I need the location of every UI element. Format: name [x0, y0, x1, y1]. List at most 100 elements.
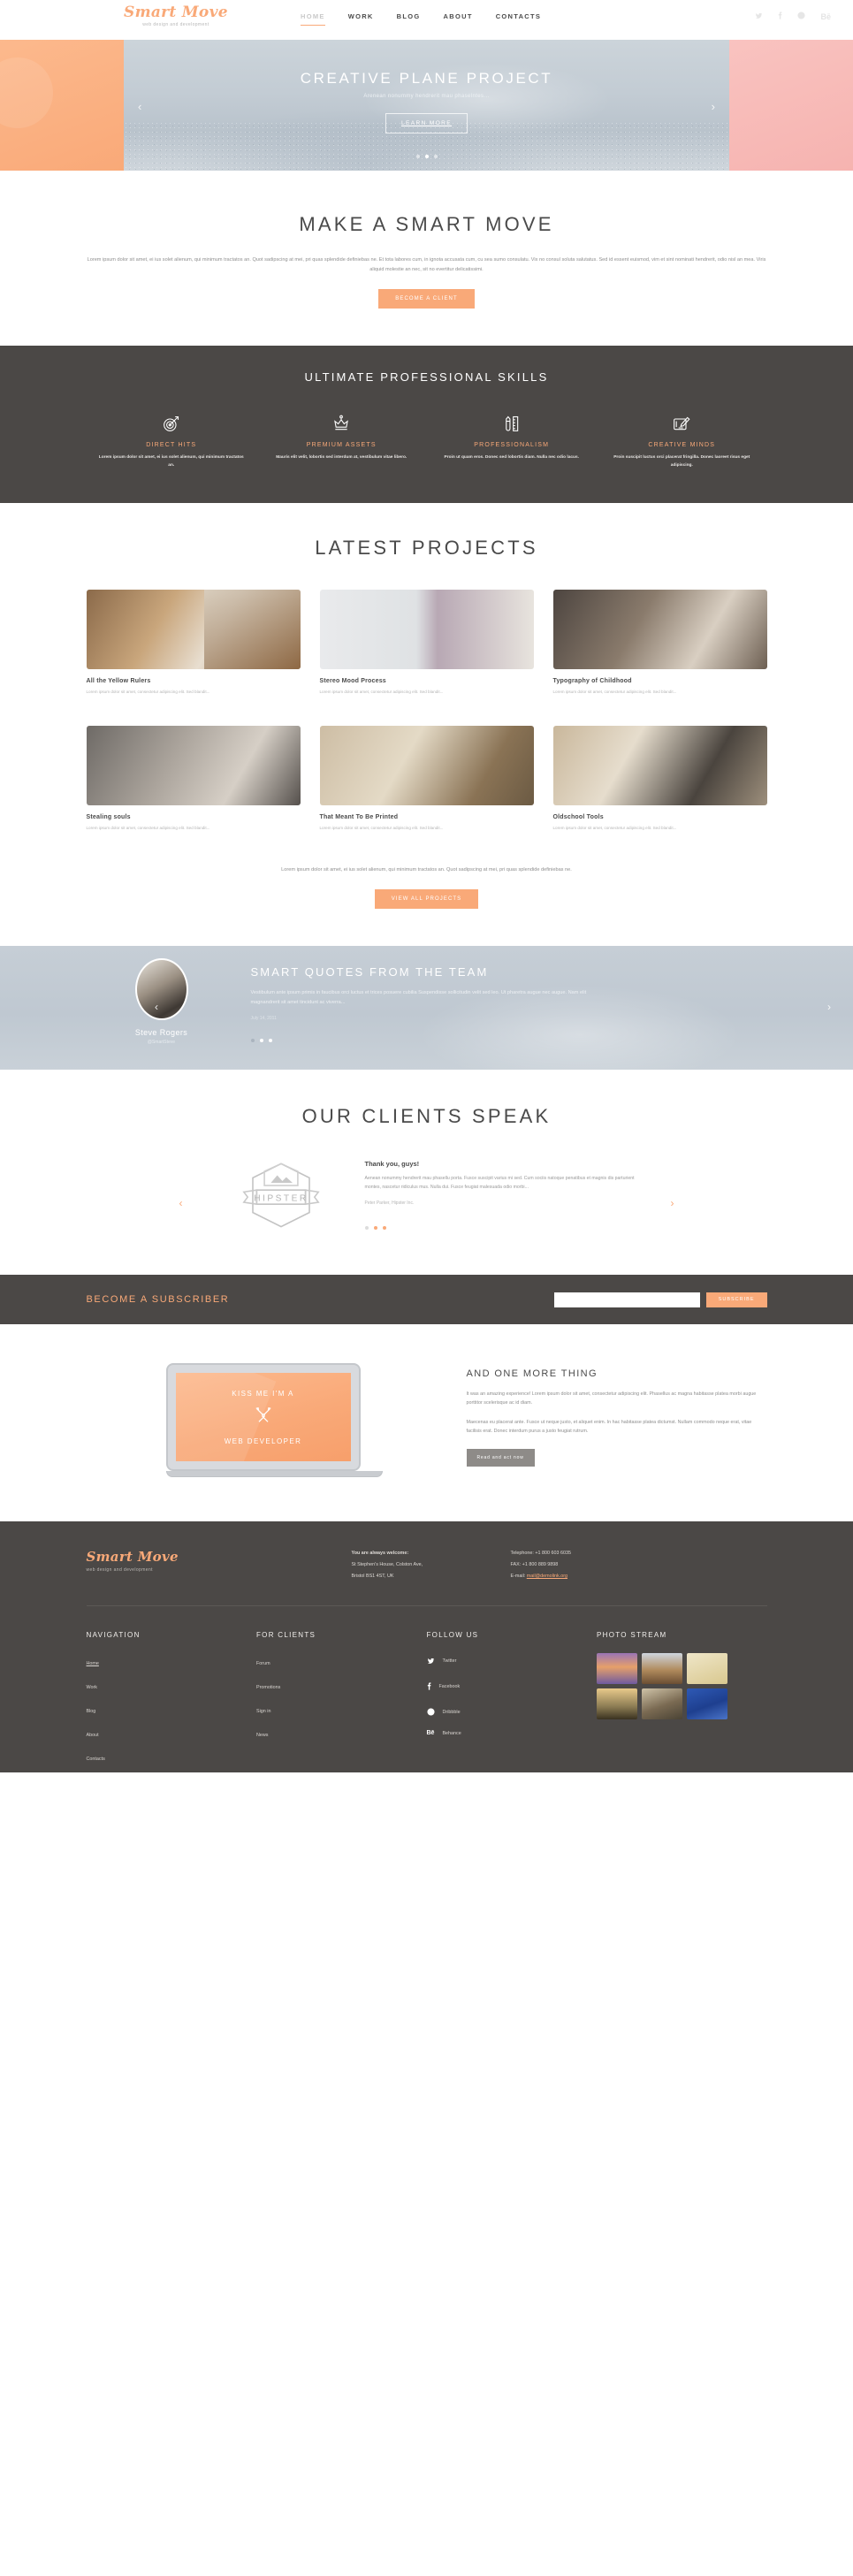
- footer-logo-tagline: web design and development: [86, 1567, 153, 1573]
- logo-text: Smart Move: [124, 4, 228, 21]
- facebook-icon[interactable]: [778, 11, 782, 21]
- hero-side-right: [729, 40, 853, 171]
- footer-social-label[interactable]: Facebook: [439, 1684, 461, 1689]
- hero-learn-more-button[interactable]: LEARN MORE: [385, 113, 468, 133]
- hero-dot[interactable]: [433, 155, 438, 158]
- testimonial-dot[interactable]: [268, 1039, 272, 1042]
- testimonial-dot[interactable]: [259, 1039, 263, 1042]
- project-thumbnail[interactable]: [552, 590, 767, 669]
- project-excerpt: Lorem ipsum dolor sit amet, consectetur …: [319, 826, 444, 830]
- footer-link-blog[interactable]: Blog: [87, 1709, 96, 1714]
- subscribe-title: BECOME A SUBSCRIBER: [86, 1294, 230, 1305]
- clients-dot[interactable]: [382, 1226, 386, 1230]
- project-card[interactable]: Stereo Mood Process Lorem ipsum dolor si…: [319, 590, 534, 696]
- hero-dot[interactable]: [415, 155, 420, 158]
- project-title: Stereo Mood Process: [319, 678, 386, 684]
- footer-link-work[interactable]: Work: [87, 1685, 97, 1690]
- hero-slide: CREATIVE PLANE PROJECT Arenean nonummy h…: [124, 40, 729, 171]
- footer-link-forum[interactable]: Forum: [256, 1661, 270, 1666]
- project-title: All the Yellow Rulers: [86, 678, 151, 684]
- testimonial-next-arrow[interactable]: ›: [827, 1001, 831, 1013]
- clients-dot[interactable]: [364, 1226, 369, 1230]
- footer-email-row: E-mail: mail@demolink.org: [511, 1571, 572, 1582]
- testimonial-prev-arrow[interactable]: ‹: [155, 1001, 158, 1013]
- clients-prev-arrow[interactable]: ‹: [179, 1160, 215, 1209]
- project-card[interactable]: Oldschool Tools Lorem ipsum dolor sit am…: [552, 726, 767, 832]
- hero-dot[interactable]: [424, 155, 429, 158]
- footer-logo-text: Smart Move: [86, 1549, 179, 1565]
- footer-social-facebook[interactable]: Facebook: [427, 1679, 598, 1695]
- skill-item-direct-hits: DIRECT HITS Lorem ipsum dolor sit amet, …: [87, 412, 257, 469]
- footer-link-sign-in[interactable]: Sign in: [256, 1709, 270, 1714]
- project-thumbnail[interactable]: [319, 726, 534, 805]
- clients-next-arrow[interactable]: ›: [639, 1160, 674, 1209]
- dribbble-icon[interactable]: [797, 11, 806, 21]
- subscribe-email-input[interactable]: [553, 1292, 700, 1307]
- footer-link-home[interactable]: Home: [87, 1661, 99, 1666]
- projects-grid-row-1: All the Yellow Rulers Lorem ipsum dolor …: [86, 590, 767, 696]
- footer-top: Smart Move web design and development Yo…: [87, 1548, 767, 1582]
- footer-address: You are always welcome: St Stephen's Hou…: [352, 1548, 511, 1582]
- footer-link-about[interactable]: About: [87, 1733, 99, 1738]
- footer-link-promotions[interactable]: Promotions: [256, 1685, 280, 1690]
- skills-section: ULTIMATE PROFESSIONAL SKILLS DIRECT HITS…: [0, 346, 853, 503]
- testimonial-title: SMART QUOTES FROM THE TEAM: [250, 965, 489, 979]
- hero-side-left: [0, 40, 124, 171]
- view-all-projects-button[interactable]: VIEW ALL PROJECTS: [374, 889, 479, 909]
- footer-link-news[interactable]: News: [256, 1733, 268, 1738]
- project-excerpt: Lorem ipsum dolor sit amet, consectetur …: [552, 826, 677, 830]
- project-card[interactable]: That Meant To Be Printed Lorem ipsum dol…: [319, 726, 534, 832]
- footer-social-twitter[interactable]: Twitter: [427, 1653, 598, 1669]
- project-card[interactable]: Stealing souls Lorem ipsum dolor sit ame…: [86, 726, 301, 832]
- nav-item-contacts[interactable]: CONTACTS: [496, 12, 542, 26]
- graphics-tablet-icon: [607, 412, 757, 435]
- skill-title: PREMIUM ASSETS: [306, 442, 377, 448]
- project-excerpt: Lorem ipsum dolor sit amet, consectetur …: [319, 690, 444, 694]
- become-a-client-button[interactable]: BECOME A CLIENT: [378, 289, 475, 309]
- footer-social-label[interactable]: Dribbble: [443, 1710, 461, 1715]
- laptop-illustration: KISS ME I'M A WEB DEVELOPER: [87, 1363, 440, 1477]
- photo-stream-item[interactable]: [687, 1688, 727, 1719]
- footer-social-label[interactable]: Twitter: [443, 1658, 457, 1664]
- footer-social-behance[interactable]: Bē Behance: [427, 1730, 598, 1736]
- hero-next-arrow[interactable]: ›: [712, 100, 715, 113]
- project-card[interactable]: Typography of Childhood Lorem ipsum dolo…: [552, 590, 767, 696]
- hero-prev-arrow[interactable]: ‹: [138, 100, 141, 113]
- avatar: [134, 958, 188, 1020]
- nav-item-about[interactable]: ABOUT: [444, 12, 473, 26]
- photo-stream-item[interactable]: [642, 1688, 682, 1719]
- testimonial-dot[interactable]: [250, 1039, 255, 1042]
- footer-email-link[interactable]: mail@demolink.org: [527, 1574, 567, 1579]
- photo-stream-item[interactable]: [597, 1653, 637, 1684]
- behance-icon[interactable]: Bē: [820, 12, 831, 21]
- nav-item-work[interactable]: WORK: [348, 12, 374, 26]
- project-thumbnail[interactable]: [552, 726, 767, 805]
- hero-title: CREATIVE PLANE PROJECT: [300, 70, 553, 87]
- site-footer: Smart Move web design and development Yo…: [0, 1521, 853, 1772]
- logo-block[interactable]: Smart Move web design and development: [124, 4, 228, 27]
- photo-stream-item[interactable]: [642, 1653, 682, 1684]
- clients-pagination: [364, 1218, 639, 1234]
- project-thumbnail[interactable]: [86, 590, 301, 669]
- nav-item-home[interactable]: HOME: [301, 12, 325, 26]
- nav-item-blog[interactable]: BLOG: [397, 12, 421, 26]
- project-thumbnail[interactable]: [319, 590, 534, 669]
- footer-link-contacts[interactable]: Contacts: [87, 1757, 105, 1762]
- laptop-screen: KISS ME I'M A WEB DEVELOPER: [175, 1373, 351, 1461]
- photo-stream-item[interactable]: [597, 1688, 637, 1719]
- project-card[interactable]: All the Yellow Rulers Lorem ipsum dolor …: [86, 590, 301, 696]
- one-more-thing-paragraph-2: Maecenas eu placerat ante. Fusce ut nequ…: [466, 1420, 752, 1434]
- footer-logo-block[interactable]: Smart Move web design and development: [87, 1548, 352, 1582]
- twitter-icon[interactable]: [755, 12, 763, 21]
- projects-footer-text: Lorem ipsum dolor sit amet, ei ius solet…: [281, 867, 572, 873]
- project-thumbnail[interactable]: [86, 726, 301, 805]
- read-and-act-now-button[interactable]: Read and act now: [466, 1449, 535, 1467]
- photo-stream-item[interactable]: [687, 1653, 727, 1684]
- skill-title: CREATIVE MINDS: [648, 442, 716, 448]
- footer-social-dribbble[interactable]: Dribbble: [426, 1704, 598, 1720]
- footer-columns: NAVIGATION Home Work Blog About Contacts…: [87, 1631, 767, 1772]
- testimonial-author-handle: @SmartSteve: [147, 1040, 176, 1045]
- subscribe-button[interactable]: SUBSCRIBE: [705, 1292, 767, 1307]
- footer-social-label[interactable]: Behance: [442, 1731, 461, 1736]
- clients-dot[interactable]: [373, 1226, 377, 1230]
